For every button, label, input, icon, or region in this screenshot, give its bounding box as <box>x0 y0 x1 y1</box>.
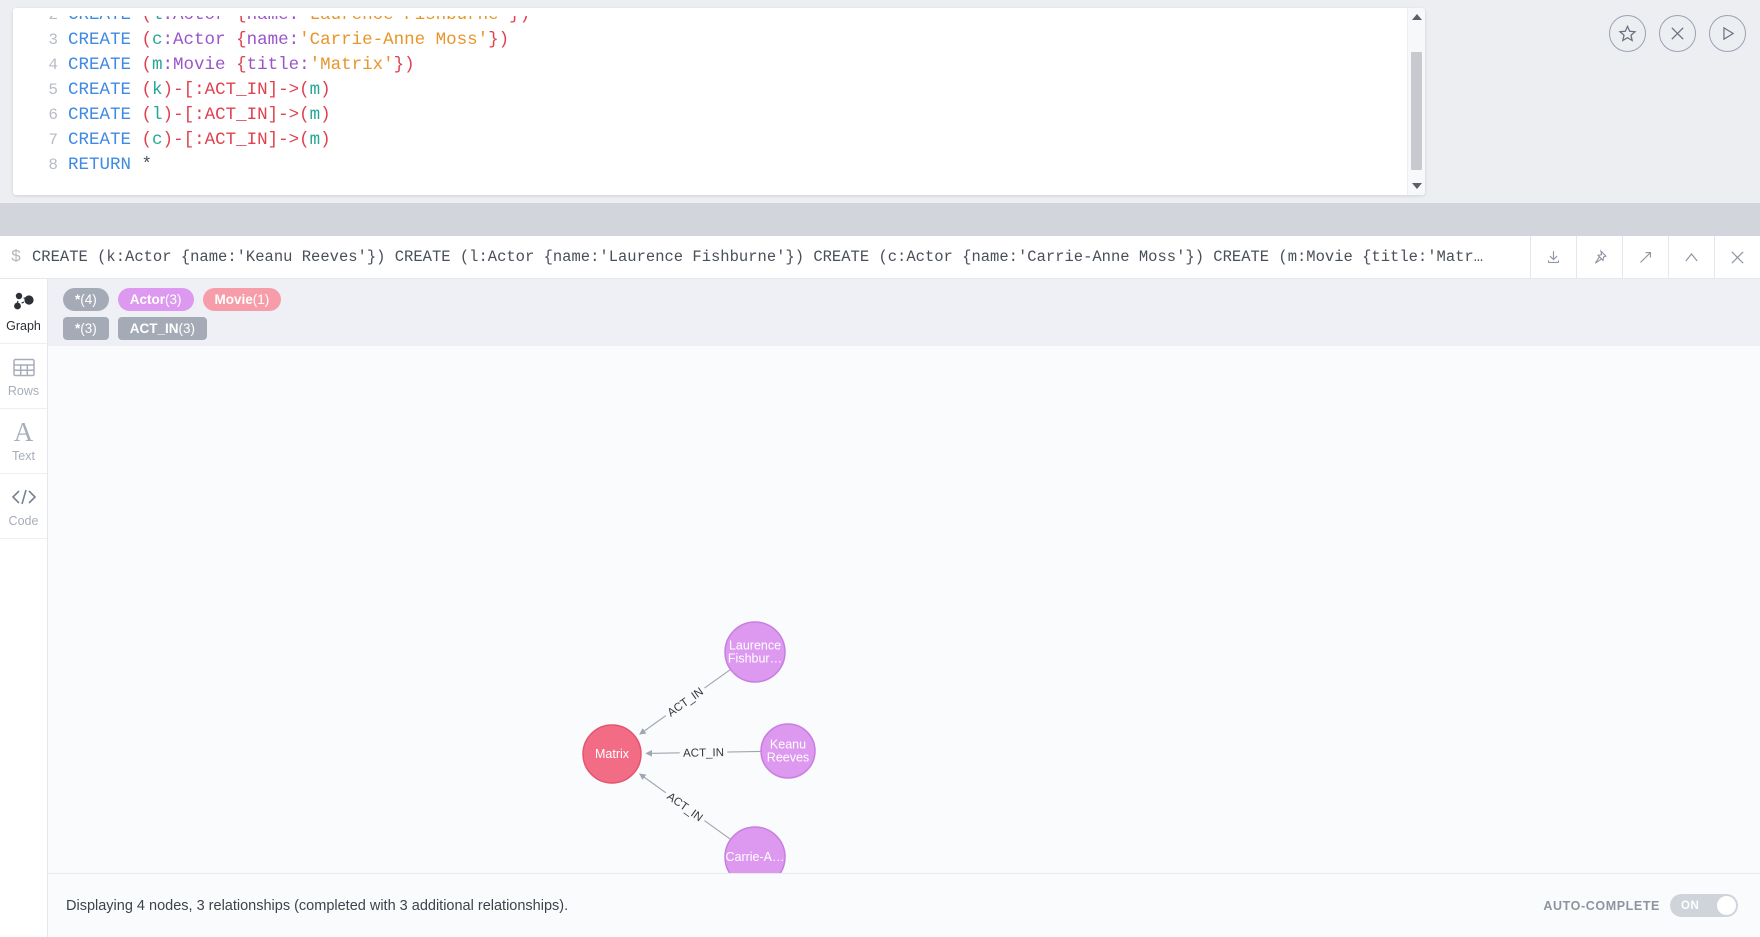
node-label-pills: * (4) Actor (3) Movie (1) <box>48 285 1760 314</box>
result-frame: $ CREATE (k:Actor {name:'Keanu Reeves'})… <box>0 235 1760 937</box>
code-line: 6 CREATE (l)-[:ACT_IN]->(m) <box>13 103 1407 128</box>
frame-tools <box>1530 235 1760 279</box>
code-line: 4 CREATE (m:Movie {title:'Matrix'}) <box>13 53 1407 78</box>
scroll-down-icon[interactable] <box>1411 183 1422 189</box>
code-text: RETURN * <box>68 155 153 175</box>
status-message: Displaying 4 nodes, 3 relationships (com… <box>66 897 569 914</box>
toggle-knob <box>1717 896 1736 915</box>
code-line: 2CREATE (l:Actor {name:'Laurence Fishbur… <box>13 16 1407 28</box>
close-editor-button[interactable] <box>1659 15 1696 52</box>
autocomplete-label: AUTO-COMPLETE <box>1543 898 1660 913</box>
result-area: * (4) Actor (3) Movie (1) * (3) ACT_IN (3) ACT_I… <box>48 279 1760 937</box>
relationship-layer: ACT_IN ACT_IN ACT_IN <box>639 668 762 840</box>
close-frame-button[interactable] <box>1714 235 1760 279</box>
graph-legend: * (4) Actor (3) Movie (1) * (3) ACT_IN (3) <box>48 279 1760 351</box>
view-switcher: Graph Rows A Text Code <box>0 279 48 937</box>
sidebar-item-text[interactable]: A Text <box>0 409 47 474</box>
line-number: 3 <box>48 31 58 49</box>
line-number: 6 <box>48 106 58 124</box>
prompt-symbol: $ <box>10 247 22 267</box>
relationship[interactable]: ACT_IN <box>639 668 731 735</box>
editor-scrollbar[interactable] <box>1407 8 1425 195</box>
node-caption: Matrix <box>595 747 630 761</box>
relationship-type-pills: * (3) ACT_IN (3) <box>48 314 1760 343</box>
relationship[interactable]: ACT_IN <box>639 773 731 840</box>
code-line: 8 RETURN * <box>13 153 1407 178</box>
node-caption: Laurence Fishbur… <box>728 639 782 666</box>
line-number: 4 <box>48 56 58 74</box>
close-icon <box>1671 27 1684 40</box>
graph-node[interactable]: Matrix <box>582 724 642 784</box>
sidebar-item-rows[interactable]: Rows <box>0 344 47 409</box>
sidebar-item-label: Rows <box>7 384 40 398</box>
status-bar: Displaying 4 nodes, 3 relationships (com… <box>48 873 1760 937</box>
graph-node[interactable]: Laurence Fishbur… <box>724 621 786 683</box>
star-icon <box>1618 24 1637 42</box>
code-text: CREATE (k)-[:ACT_IN]->(m) <box>68 80 331 100</box>
chevron-up-icon <box>1685 252 1698 261</box>
relationship[interactable]: ACT_IN <box>645 744 762 761</box>
node-label-pill[interactable]: * (4) <box>63 288 109 311</box>
code-text: CREATE (c:Actor {name:'Carrie-Anne Moss'… <box>68 30 510 50</box>
node-caption: Keanu Reeves <box>767 738 809 765</box>
relationship-label: ACT_IN <box>683 747 724 760</box>
graph-node[interactable]: Keanu Reeves <box>760 723 816 779</box>
scroll-up-icon[interactable] <box>1411 14 1422 20</box>
sidebar-item-graph[interactable]: Graph <box>0 279 47 344</box>
code-text: CREATE (l:Actor {name:'Laurence Fishburn… <box>68 16 1407 28</box>
executed-query-text: CREATE (k:Actor {name:'Keanu Reeves'}) C… <box>32 248 1484 266</box>
line-number: 5 <box>48 81 58 99</box>
node-label-pill[interactable]: Actor (3) <box>117 288 194 311</box>
download-button[interactable] <box>1530 235 1576 279</box>
relationship-type-pill[interactable]: ACT_IN (3) <box>117 317 208 340</box>
autocomplete-toggle[interactable]: ON <box>1670 894 1738 917</box>
graph-visualization[interactable]: ACT_IN ACT_IN ACT_IN Laurence Fishbur… Keanu… <box>48 346 1760 873</box>
cypher-code[interactable]: 2CREATE (l:Actor {name:'Laurence Fishbur… <box>13 8 1407 195</box>
pin-icon <box>1594 248 1607 264</box>
sidebar-item-label: Text <box>12 449 35 463</box>
expand-icon <box>1640 251 1652 263</box>
graph-node[interactable]: Carrie-A… <box>724 826 786 873</box>
graph-canvas[interactable]: ACT_IN ACT_IN ACT_IN Laurence Fishbur… Keanu… <box>48 346 1760 873</box>
play-icon <box>1723 26 1735 41</box>
code-text: CREATE (l)-[:ACT_IN]->(m) <box>68 105 331 125</box>
favorite-button[interactable] <box>1609 15 1646 52</box>
autocomplete-state: ON <box>1681 899 1700 912</box>
sidebar-item-label: Code <box>8 514 39 528</box>
collapse-button[interactable] <box>1668 235 1714 279</box>
graph-icon <box>11 289 37 315</box>
node-caption: Carrie-A… <box>725 850 784 864</box>
close-icon <box>1731 250 1744 264</box>
code-line: 5 CREATE (k)-[:ACT_IN]->(m) <box>13 78 1407 103</box>
code-text: CREATE (m:Movie {title:'Matrix'}) <box>68 55 415 75</box>
code-text: CREATE (c)-[:ACT_IN]->(m) <box>68 130 331 150</box>
download-icon <box>1547 250 1560 263</box>
sidebar-item-code[interactable]: Code <box>0 474 47 539</box>
editor-scroll-thumb[interactable] <box>1411 52 1422 170</box>
editor-region: 2CREATE (l:Actor {name:'Laurence Fishbur… <box>0 0 1760 203</box>
line-number: 7 <box>48 131 58 149</box>
node-label-pill[interactable]: Movie (1) <box>202 288 282 311</box>
editor-actions <box>1609 15 1746 52</box>
table-icon <box>12 354 36 380</box>
cypher-editor[interactable]: 2CREATE (l:Actor {name:'Laurence Fishbur… <box>13 8 1425 195</box>
text-icon: A <box>13 417 34 447</box>
pin-button[interactable] <box>1576 235 1622 279</box>
line-number: 2 <box>13 16 68 28</box>
code-icon <box>11 484 37 510</box>
fullscreen-button[interactable] <box>1622 235 1668 279</box>
relationship-type-pill[interactable]: * (3) <box>63 317 109 340</box>
editor-frame-divider <box>0 203 1760 236</box>
line-number: 8 <box>48 156 58 174</box>
autocomplete-control: AUTO-COMPLETE ON <box>1543 894 1738 917</box>
sidebar-item-label: Graph <box>6 319 41 333</box>
frame-header: $ CREATE (k:Actor {name:'Keanu Reeves'})… <box>0 235 1760 279</box>
code-line: 3 CREATE (c:Actor {name:'Carrie-Anne Moss… <box>13 28 1407 53</box>
run-query-button[interactable] <box>1709 15 1746 52</box>
code-line: 7 CREATE (c)-[:ACT_IN]->(m) <box>13 128 1407 153</box>
